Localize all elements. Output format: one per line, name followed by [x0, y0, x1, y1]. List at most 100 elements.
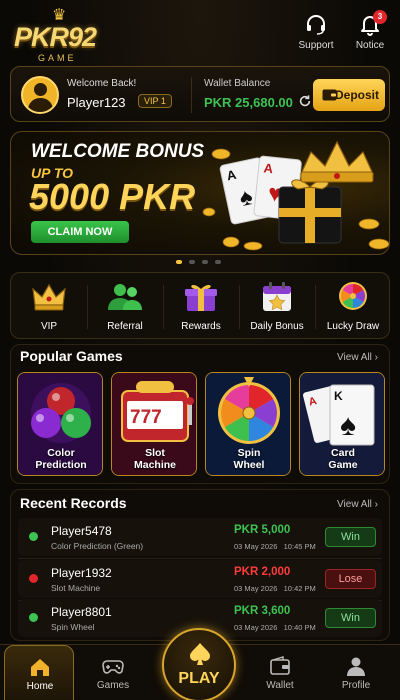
divider [191, 77, 192, 113]
nav-label: Profile [341, 680, 371, 691]
gamepad-icon [102, 660, 124, 674]
quick-daily-bonus[interactable]: Daily Bonus [239, 273, 315, 340]
welcome-text: Welcome Back! [67, 78, 137, 89]
quick-label: Daily Bonus [250, 321, 304, 332]
support-button[interactable]: Support [291, 12, 341, 56]
game-card-color-prediction[interactable]: Color Prediction [17, 372, 103, 476]
record-time-text: 10:45 PM [283, 542, 316, 551]
status-dot [29, 574, 38, 583]
record-player: Player1932 [51, 566, 112, 580]
avatar[interactable] [21, 76, 59, 114]
wallet-balance: PKR 25,680.00 [204, 95, 293, 110]
avatar-head [34, 83, 47, 96]
records-view-all-link[interactable]: View All › [337, 499, 378, 510]
popular-view-all-link[interactable]: View All › [337, 352, 378, 363]
record-time-text: 10:40 PM [283, 623, 316, 632]
user-card: Welcome Back! Player123 VIP 1 Wallet Bal… [10, 66, 390, 122]
record-row[interactable]: Player5478 Color Prediction (Green) PKR … [18, 518, 382, 556]
notice-badge: 3 [373, 10, 387, 24]
nav-wallet[interactable]: Wallet [245, 645, 315, 700]
promo-banner[interactable]: WELCOME BONUS UP TO 5000 PKR CLAIM NOW A… [10, 131, 390, 255]
brand-logo[interactable]: ♛ PKR92 GAME [14, 8, 114, 64]
brand-name: PKR92 [14, 22, 97, 52]
record-time: 03 May 2026 10:42 PM [234, 584, 316, 593]
quick-label: Rewards [181, 321, 221, 332]
result-badge: Win [325, 608, 376, 628]
banner-pagination [176, 260, 224, 266]
deposit-button[interactable]: Deposit [313, 79, 385, 111]
quick-nav: VIP Referral Rewards Daily Bonus Lucky D… [10, 272, 390, 339]
game-label-line1: Spin [237, 447, 261, 459]
pagination-dot-active[interactable] [176, 260, 182, 264]
record-game: Spin Wheel [51, 622, 95, 632]
profile-icon [347, 657, 365, 676]
play-button[interactable]: PLAY [162, 628, 236, 700]
nav-games[interactable]: Games [78, 645, 148, 700]
quick-lucky-draw[interactable]: Lucky Draw [315, 273, 391, 340]
record-game: Color Prediction (Green) [51, 541, 144, 551]
game-label-line2: Machine [133, 459, 176, 471]
record-date-text: 03 May 2026 [234, 623, 278, 632]
svg-text:K: K [334, 389, 343, 403]
wheel-icon [339, 282, 367, 310]
users-icon [108, 284, 142, 310]
record-date-text: 03 May 2026 [234, 584, 278, 593]
refresh-icon[interactable] [298, 94, 312, 108]
result-badge: Win [325, 527, 376, 547]
quick-vip[interactable]: VIP [11, 273, 87, 340]
pagination-dot[interactable] [215, 260, 221, 264]
game-card-card-game[interactable]: A K ♠ Card Game [299, 372, 385, 476]
quick-referral[interactable]: Referral [87, 273, 163, 340]
notice-label: Notice [355, 40, 385, 51]
play-label: PLAY [178, 670, 220, 687]
banner-headline: WELCOME BONUS [31, 141, 205, 162]
quick-label: VIP [40, 321, 58, 332]
quick-label: Referral [107, 321, 143, 332]
record-amount: PKR 2,000 [234, 566, 291, 578]
result-badge: Lose [325, 569, 376, 589]
game-label-line2: Game [328, 459, 358, 471]
wallet-icon [270, 656, 290, 675]
game-label: Slot Machine [112, 447, 196, 471]
game-label: Color Prediction [18, 447, 102, 471]
game-label-line1: Slot [145, 447, 165, 459]
popular-games-title: Popular Games [20, 348, 123, 364]
quick-label: Lucky Draw [326, 321, 380, 332]
record-player: Player5478 [51, 524, 112, 538]
nav-label: Wallet [266, 680, 294, 691]
username: Player123 [67, 95, 126, 110]
game-label-line1: Card [331, 447, 355, 459]
view-all-label: View All [337, 352, 372, 363]
record-amount: PKR 3,600 [234, 605, 291, 617]
calendar-star-icon [263, 282, 291, 311]
game-label: Card Game [300, 447, 384, 471]
record-row[interactable]: Player1932 Slot Machine PKR 2,000 03 May… [18, 560, 382, 598]
nav-profile[interactable]: Profile [321, 645, 391, 700]
record-time-text: 10:42 PM [283, 584, 316, 593]
nav-home[interactable]: Home [4, 645, 74, 700]
app-root: ♛ PKR92 GAME Support 3 Notice Welcome Ba… [0, 0, 400, 700]
row-divider [18, 558, 382, 559]
banner-amount: 5000 PKR [29, 176, 196, 217]
status-dot [29, 532, 38, 541]
wallet-label: Wallet Balance [204, 78, 271, 89]
record-date-text: 03 May 2026 [234, 542, 278, 551]
pagination-dot[interactable] [189, 260, 195, 264]
wallet-icon [322, 89, 337, 101]
quick-rewards[interactable]: Rewards [163, 273, 239, 340]
game-card-spin-wheel[interactable]: Spin Wheel [205, 372, 291, 476]
game-label-line2: Prediction [35, 459, 87, 471]
pagination-dot[interactable] [202, 260, 208, 264]
spade-icon [190, 643, 210, 665]
svg-text:♠: ♠ [340, 409, 356, 442]
notice-button[interactable]: 3 Notice [345, 10, 395, 56]
gift-icon [185, 284, 217, 311]
record-time: 03 May 2026 10:40 PM [234, 623, 316, 632]
claim-now-button[interactable]: CLAIM NOW [31, 221, 129, 243]
game-label-line2: Wheel [233, 459, 265, 471]
game-card-slot-machine[interactable]: 777 Slot Machine [111, 372, 197, 476]
record-amount: PKR 5,000 [234, 524, 291, 536]
status-dot [29, 613, 38, 622]
game-label-line1: Color [47, 447, 75, 459]
record-game: Slot Machine [51, 583, 101, 593]
